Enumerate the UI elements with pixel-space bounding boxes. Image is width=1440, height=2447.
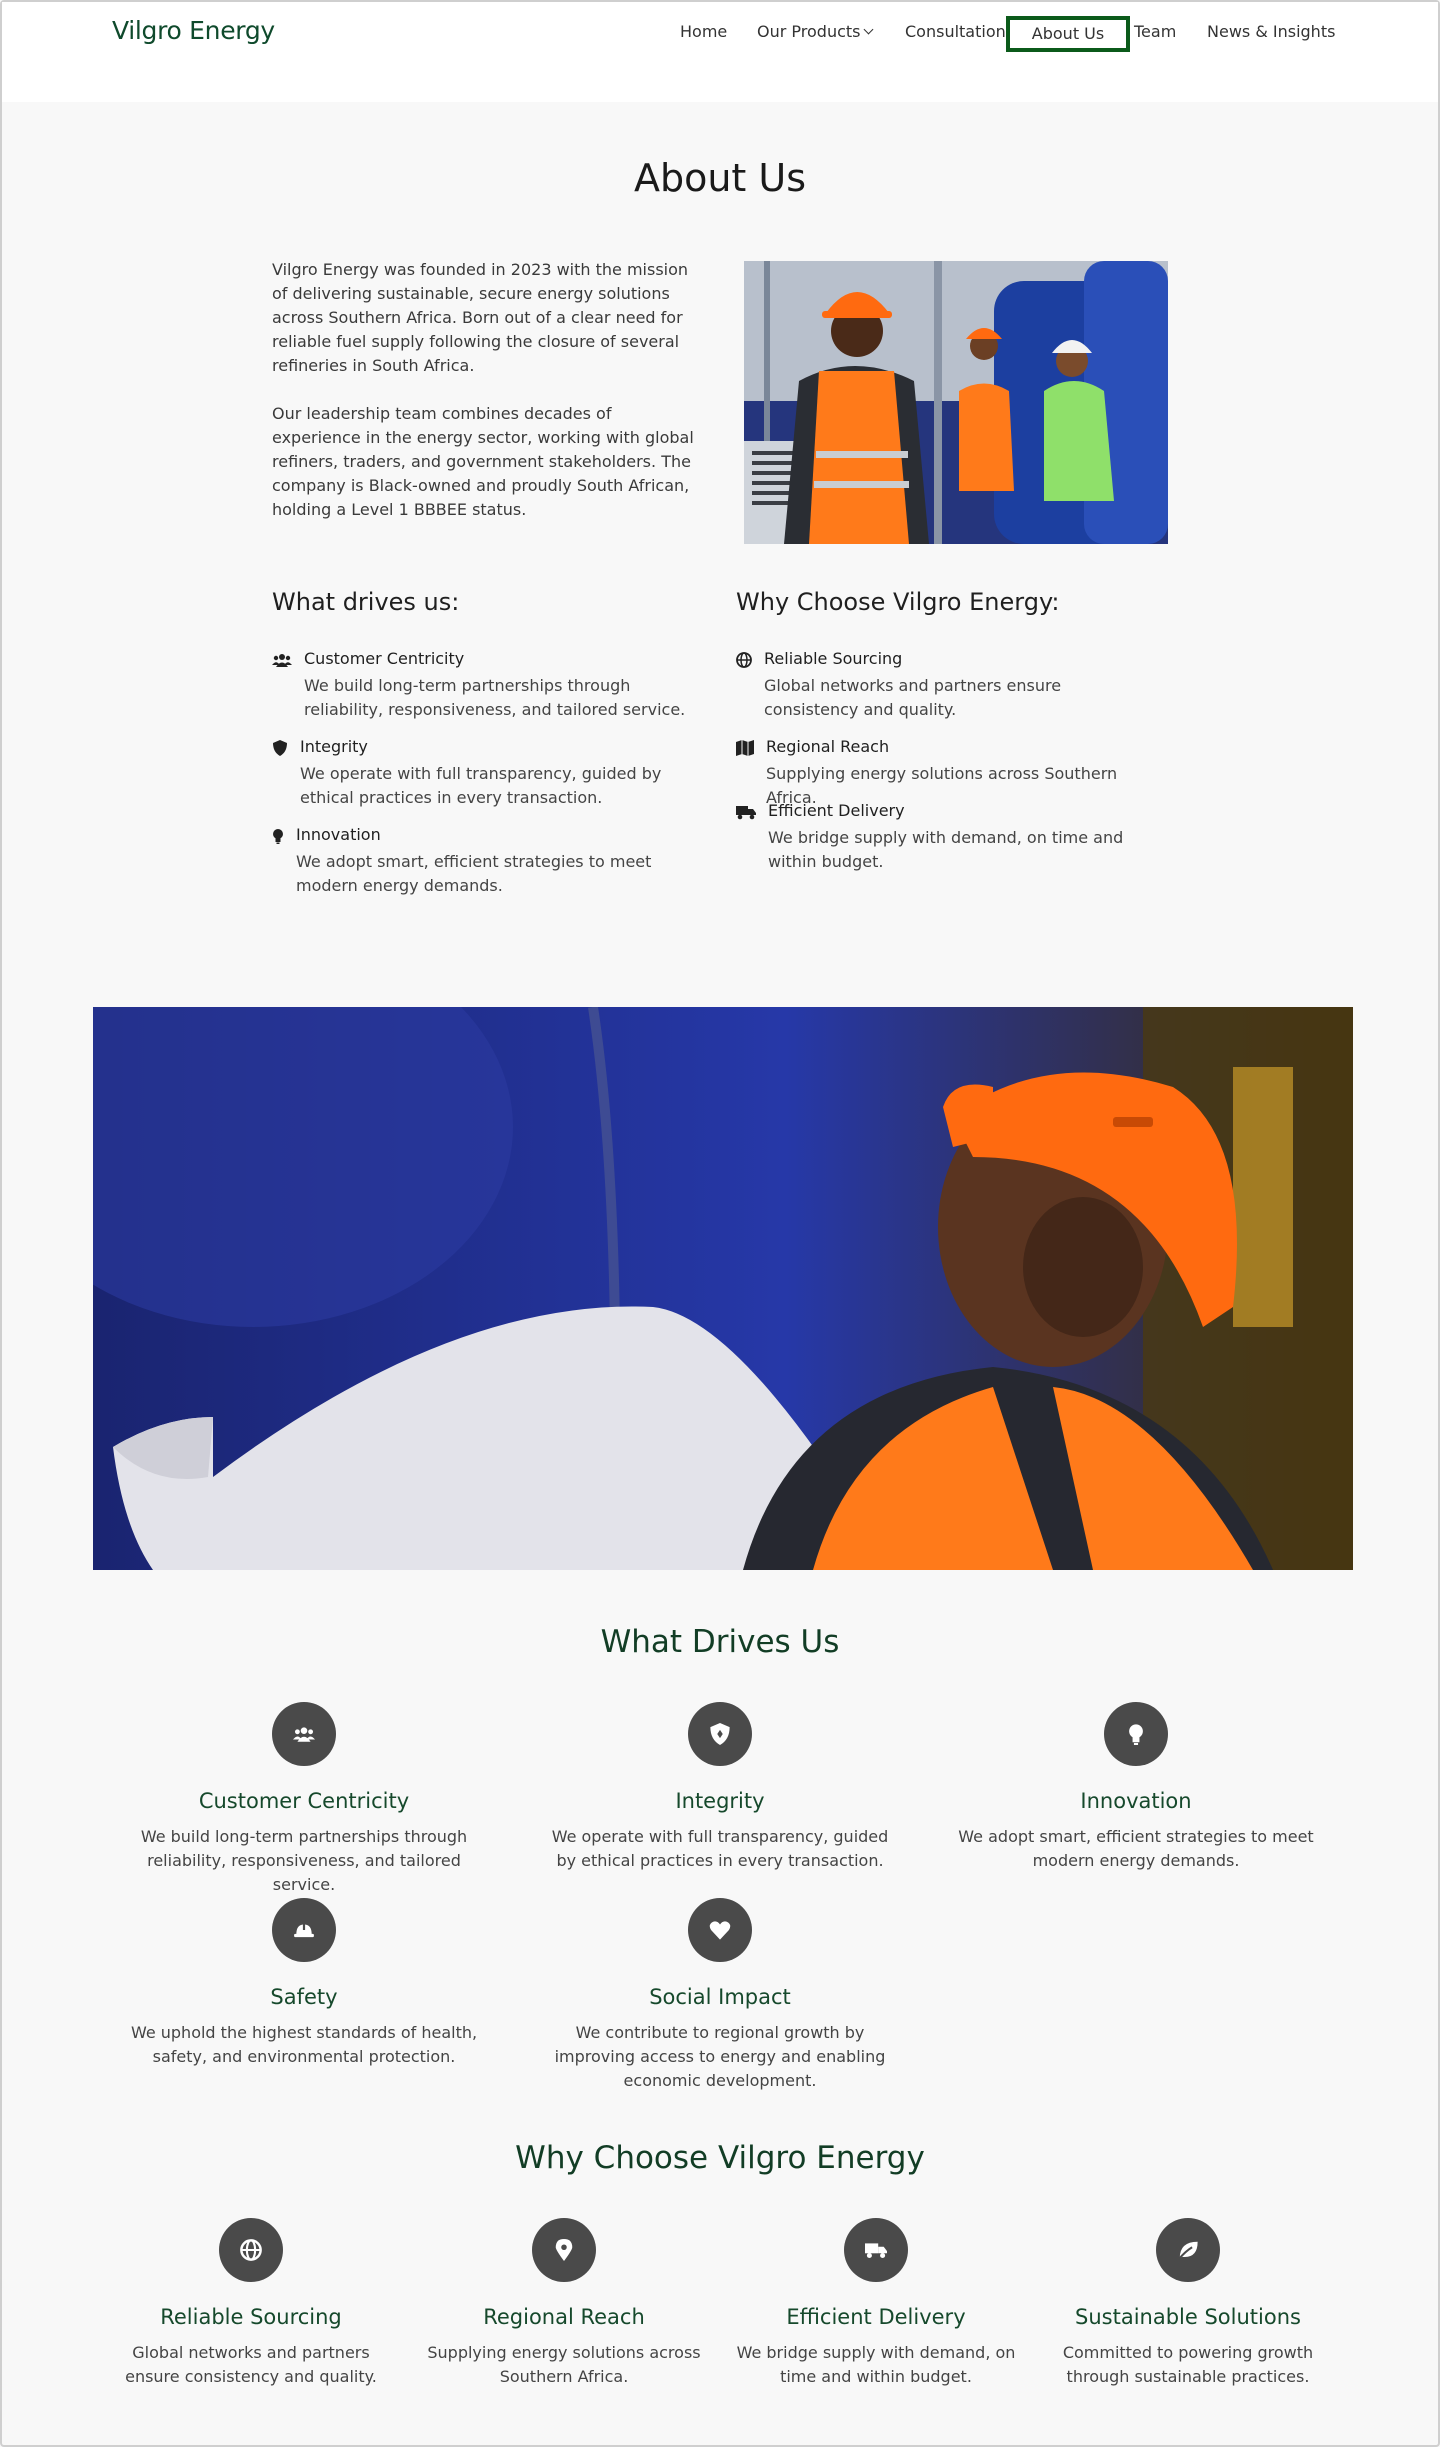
value-card-desc: We operate with full transparency, guide… xyxy=(551,1827,889,1870)
drives-item-desc: We build long-term partnerships through … xyxy=(304,676,686,719)
drives-heading: What drives us: xyxy=(272,588,460,616)
why-card: Sustainable Solutions Committed to power… xyxy=(1038,2218,1338,2389)
value-card-title: Integrity xyxy=(675,1789,765,1813)
why-card: Efficient Delivery We bridge supply with… xyxy=(726,2218,1026,2389)
value-card-title: Safety xyxy=(270,1985,338,2009)
why-section-title: Why Choose Vilgro Energy xyxy=(515,2140,925,2176)
value-card-desc: We contribute to regional growth by impr… xyxy=(554,2023,886,2090)
drives-item: Customer Centricity We build long-term p… xyxy=(272,648,712,722)
why-card-title: Efficient Delivery xyxy=(786,2305,966,2329)
value-card: Safety We uphold the highest standards o… xyxy=(104,1898,504,2069)
hero-banner-image xyxy=(93,1007,1353,1570)
workers-illustration xyxy=(744,261,1168,544)
value-card-desc: We adopt smart, efficient strategies to … xyxy=(958,1827,1314,1870)
drives-item-desc: We adopt smart, efficient strategies to … xyxy=(296,852,652,895)
nav-home[interactable]: Home xyxy=(680,22,727,41)
about-paragraph: Our leadership team combines decades of … xyxy=(272,404,694,519)
globe-icon xyxy=(219,2218,283,2282)
choose-item-title: Regional Reach xyxy=(766,737,890,756)
users-icon xyxy=(272,1702,336,1766)
nav-about-us[interactable]: About Us xyxy=(1006,16,1130,52)
value-card-title: Innovation xyxy=(1080,1789,1192,1813)
main-nav: Home Our Products Consultation About Us … xyxy=(2,16,1438,52)
lightbulb-icon xyxy=(1104,1702,1168,1766)
map-pin-icon xyxy=(532,2218,596,2282)
value-card-desc: We build long-term partnerships through … xyxy=(140,1827,468,1894)
nav-our-products[interactable]: Our Products xyxy=(757,22,874,41)
truck-icon xyxy=(844,2218,908,2282)
map-icon xyxy=(736,740,754,756)
heart-icon xyxy=(688,1898,752,1962)
why-card-desc: Supplying energy solutions across Southe… xyxy=(427,2343,701,2386)
choose-item-desc: Global networks and partners ensure cons… xyxy=(764,676,1062,719)
engineer-illustration xyxy=(93,1007,1353,1570)
shield-icon xyxy=(272,740,288,756)
site-header: Vilgro Energy Home Our Products Consulta… xyxy=(2,2,1438,102)
choose-item: Efficient Delivery We bridge supply with… xyxy=(736,800,1156,874)
value-card: Integrity We operate with full transpare… xyxy=(530,1702,910,1873)
drives-item-title: Innovation xyxy=(296,825,381,844)
nav-our-products-label: Our Products xyxy=(757,22,861,41)
shield-icon xyxy=(688,1702,752,1766)
about-intro: Vilgro Energy was founded in 2023 with t… xyxy=(272,258,696,546)
page-title: About Us xyxy=(633,156,807,200)
value-card-title: Customer Centricity xyxy=(198,1789,410,1813)
nav-team[interactable]: Team xyxy=(1134,22,1176,41)
value-card: Innovation We adopt smart, efficient str… xyxy=(946,1702,1326,1873)
why-card-desc: We bridge supply with demand, on time an… xyxy=(736,2343,1016,2386)
choose-item: Reliable Sourcing Global networks and pa… xyxy=(736,648,1156,722)
value-card: Customer Centricity We build long-term p… xyxy=(114,1702,494,1897)
drives-item: Integrity We operate with full transpare… xyxy=(272,736,712,810)
workers-photo xyxy=(744,261,1168,544)
drives-item-title: Integrity xyxy=(300,737,368,756)
choose-item-title: Efficient Delivery xyxy=(768,801,905,820)
leaf-icon xyxy=(1156,2218,1220,2282)
globe-icon xyxy=(736,652,752,668)
why-card: Regional Reach Supplying energy solution… xyxy=(414,2218,714,2389)
value-card-title: Social Impact xyxy=(649,1985,791,2009)
truck-icon xyxy=(736,804,756,820)
why-card-title: Sustainable Solutions xyxy=(1075,2305,1301,2329)
hard-hat-icon xyxy=(272,1898,336,1962)
values-section-title: What Drives Us xyxy=(600,1624,840,1660)
nav-news-insights[interactable]: News & Insights xyxy=(1207,22,1335,41)
why-card-desc: Global networks and partners ensure cons… xyxy=(125,2343,377,2386)
chevron-down-icon xyxy=(864,24,874,35)
value-card: Social Impact We contribute to regional … xyxy=(530,1898,910,2093)
value-card-desc: We uphold the highest standards of healt… xyxy=(130,2023,478,2066)
users-icon xyxy=(272,652,292,668)
drives-item-title: Customer Centricity xyxy=(304,649,465,668)
nav-consultation[interactable]: Consultation xyxy=(905,22,1006,41)
drives-item-desc: We operate with full transparency, guide… xyxy=(300,764,662,807)
choose-heading: Why Choose Vilgro Energy: xyxy=(736,588,1060,616)
drives-item: Innovation We adopt smart, efficient str… xyxy=(272,824,712,898)
why-card-title: Reliable Sourcing xyxy=(160,2305,342,2329)
about-paragraph: Vilgro Energy was founded in 2023 with t… xyxy=(272,260,689,375)
choose-item-desc: We bridge supply with demand, on time an… xyxy=(768,828,1124,871)
lightbulb-icon xyxy=(272,828,284,844)
choose-item-title: Reliable Sourcing xyxy=(764,649,903,668)
why-card-desc: Committed to powering growth through sus… xyxy=(1062,2343,1314,2386)
choose-item: Regional Reach Supplying energy solution… xyxy=(736,736,1156,810)
why-card: Reliable Sourcing Global networks and pa… xyxy=(101,2218,401,2389)
why-card-title: Regional Reach xyxy=(483,2305,645,2329)
